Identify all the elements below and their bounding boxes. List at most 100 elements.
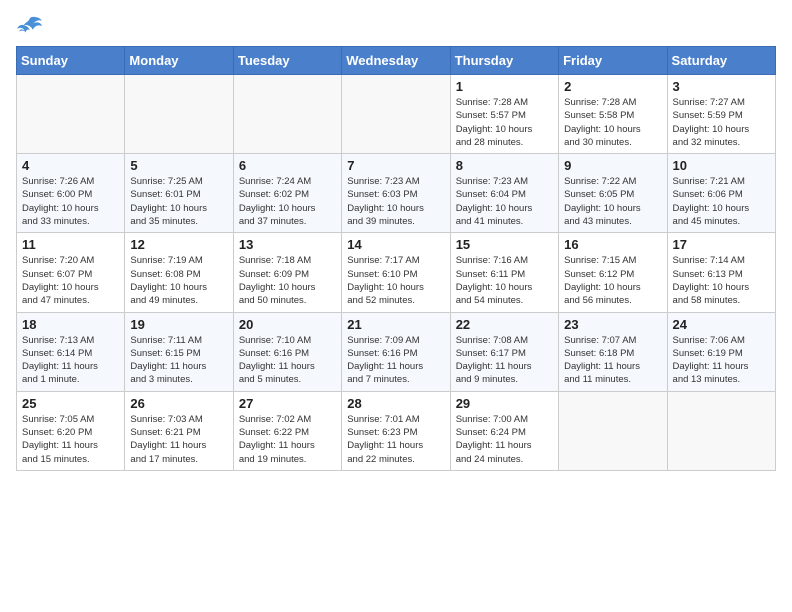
- day-number: 19: [130, 317, 227, 332]
- day-info: Sunrise: 7:17 AM Sunset: 6:10 PM Dayligh…: [347, 254, 444, 307]
- calendar-day-cell: 21 Sunrise: 7:09 AM Sunset: 6:16 PM Dayli…: [342, 312, 450, 391]
- calendar-day-cell: 26 Sunrise: 7:03 AM Sunset: 6:21 PM Dayli…: [125, 391, 233, 470]
- calendar-day-cell: 1 Sunrise: 7:28 AM Sunset: 5:57 PM Daylig…: [450, 75, 558, 154]
- day-info: Sunrise: 7:25 AM Sunset: 6:01 PM Dayligh…: [130, 175, 227, 228]
- day-number: 21: [347, 317, 444, 332]
- calendar-day-cell: 19 Sunrise: 7:11 AM Sunset: 6:15 PM Dayli…: [125, 312, 233, 391]
- day-number: 29: [456, 396, 553, 411]
- day-info: Sunrise: 7:08 AM Sunset: 6:17 PM Dayligh…: [456, 334, 553, 387]
- day-number: 13: [239, 237, 336, 252]
- calendar-day-cell: 15 Sunrise: 7:16 AM Sunset: 6:11 PM Dayli…: [450, 233, 558, 312]
- day-info: Sunrise: 7:15 AM Sunset: 6:12 PM Dayligh…: [564, 254, 661, 307]
- day-number: 17: [673, 237, 770, 252]
- day-info: Sunrise: 7:03 AM Sunset: 6:21 PM Dayligh…: [130, 413, 227, 466]
- day-info: Sunrise: 7:20 AM Sunset: 6:07 PM Dayligh…: [22, 254, 119, 307]
- day-number: 25: [22, 396, 119, 411]
- day-info: Sunrise: 7:28 AM Sunset: 5:57 PM Dayligh…: [456, 96, 553, 149]
- day-number: 10: [673, 158, 770, 173]
- day-info: Sunrise: 7:07 AM Sunset: 6:18 PM Dayligh…: [564, 334, 661, 387]
- day-info: Sunrise: 7:27 AM Sunset: 5:59 PM Dayligh…: [673, 96, 770, 149]
- calendar-day-cell: 23 Sunrise: 7:07 AM Sunset: 6:18 PM Dayli…: [559, 312, 667, 391]
- day-number: 8: [456, 158, 553, 173]
- weekday-header: Tuesday: [233, 47, 341, 75]
- logo-icon: [16, 16, 44, 38]
- day-number: 16: [564, 237, 661, 252]
- weekday-header: Thursday: [450, 47, 558, 75]
- day-number: 18: [22, 317, 119, 332]
- day-info: Sunrise: 7:22 AM Sunset: 6:05 PM Dayligh…: [564, 175, 661, 228]
- day-info: Sunrise: 7:11 AM Sunset: 6:15 PM Dayligh…: [130, 334, 227, 387]
- day-info: Sunrise: 7:18 AM Sunset: 6:09 PM Dayligh…: [239, 254, 336, 307]
- calendar-day-cell: [667, 391, 775, 470]
- day-info: Sunrise: 7:21 AM Sunset: 6:06 PM Dayligh…: [673, 175, 770, 228]
- day-info: Sunrise: 7:24 AM Sunset: 6:02 PM Dayligh…: [239, 175, 336, 228]
- calendar-day-cell: 3 Sunrise: 7:27 AM Sunset: 5:59 PM Daylig…: [667, 75, 775, 154]
- calendar-day-cell: [17, 75, 125, 154]
- day-info: Sunrise: 7:14 AM Sunset: 6:13 PM Dayligh…: [673, 254, 770, 307]
- calendar-week-row: 1 Sunrise: 7:28 AM Sunset: 5:57 PM Daylig…: [17, 75, 776, 154]
- calendar-day-cell: 24 Sunrise: 7:06 AM Sunset: 6:19 PM Dayli…: [667, 312, 775, 391]
- calendar-day-cell: 18 Sunrise: 7:13 AM Sunset: 6:14 PM Dayli…: [17, 312, 125, 391]
- calendar-table: SundayMondayTuesdayWednesdayThursdayFrid…: [16, 46, 776, 471]
- day-info: Sunrise: 7:26 AM Sunset: 6:00 PM Dayligh…: [22, 175, 119, 228]
- day-info: Sunrise: 7:06 AM Sunset: 6:19 PM Dayligh…: [673, 334, 770, 387]
- day-info: Sunrise: 7:13 AM Sunset: 6:14 PM Dayligh…: [22, 334, 119, 387]
- day-info: Sunrise: 7:00 AM Sunset: 6:24 PM Dayligh…: [456, 413, 553, 466]
- calendar-day-cell: [125, 75, 233, 154]
- calendar-day-cell: [233, 75, 341, 154]
- day-number: 6: [239, 158, 336, 173]
- day-number: 1: [456, 79, 553, 94]
- day-number: 14: [347, 237, 444, 252]
- weekday-header: Saturday: [667, 47, 775, 75]
- weekday-header: Monday: [125, 47, 233, 75]
- weekday-header: Friday: [559, 47, 667, 75]
- calendar-day-cell: 14 Sunrise: 7:17 AM Sunset: 6:10 PM Dayli…: [342, 233, 450, 312]
- day-number: 24: [673, 317, 770, 332]
- calendar-day-cell: 2 Sunrise: 7:28 AM Sunset: 5:58 PM Daylig…: [559, 75, 667, 154]
- calendar-day-cell: 8 Sunrise: 7:23 AM Sunset: 6:04 PM Daylig…: [450, 154, 558, 233]
- day-number: 2: [564, 79, 661, 94]
- calendar-day-cell: 5 Sunrise: 7:25 AM Sunset: 6:01 PM Daylig…: [125, 154, 233, 233]
- day-info: Sunrise: 7:23 AM Sunset: 6:04 PM Dayligh…: [456, 175, 553, 228]
- calendar-header-row: SundayMondayTuesdayWednesdayThursdayFrid…: [17, 47, 776, 75]
- calendar-week-row: 11 Sunrise: 7:20 AM Sunset: 6:07 PM Dayli…: [17, 233, 776, 312]
- calendar-week-row: 18 Sunrise: 7:13 AM Sunset: 6:14 PM Dayli…: [17, 312, 776, 391]
- day-number: 5: [130, 158, 227, 173]
- weekday-header: Sunday: [17, 47, 125, 75]
- day-number: 4: [22, 158, 119, 173]
- calendar-day-cell: 4 Sunrise: 7:26 AM Sunset: 6:00 PM Daylig…: [17, 154, 125, 233]
- day-info: Sunrise: 7:28 AM Sunset: 5:58 PM Dayligh…: [564, 96, 661, 149]
- calendar-day-cell: [559, 391, 667, 470]
- calendar-day-cell: 13 Sunrise: 7:18 AM Sunset: 6:09 PM Dayli…: [233, 233, 341, 312]
- calendar-day-cell: 28Sunrise: 7:01 AM Sunset: 6:23 PM Dayli…: [342, 391, 450, 470]
- calendar-day-cell: [342, 75, 450, 154]
- weekday-header: Wednesday: [342, 47, 450, 75]
- day-number: 20: [239, 317, 336, 332]
- day-info: Sunrise: 7:09 AM Sunset: 6:16 PM Dayligh…: [347, 334, 444, 387]
- calendar-day-cell: 27Sunrise: 7:02 AM Sunset: 6:22 PM Dayli…: [233, 391, 341, 470]
- day-number: 26: [130, 396, 227, 411]
- logo: [16, 16, 48, 38]
- calendar-day-cell: 10 Sunrise: 7:21 AM Sunset: 6:06 PM Dayli…: [667, 154, 775, 233]
- day-info: Sunrise: 7:16 AM Sunset: 6:11 PM Dayligh…: [456, 254, 553, 307]
- day-number: 9: [564, 158, 661, 173]
- day-number: 23: [564, 317, 661, 332]
- day-number: 22: [456, 317, 553, 332]
- calendar-week-row: 25 Sunrise: 7:05 AM Sunset: 6:20 PM Dayli…: [17, 391, 776, 470]
- day-number: 11: [22, 237, 119, 252]
- day-info: Sunrise: 7:01 AM Sunset: 6:23 PM Dayligh…: [347, 413, 444, 466]
- calendar-day-cell: 6 Sunrise: 7:24 AM Sunset: 6:02 PM Daylig…: [233, 154, 341, 233]
- day-info: Sunrise: 7:23 AM Sunset: 6:03 PM Dayligh…: [347, 175, 444, 228]
- day-number: 27: [239, 396, 336, 411]
- day-number: 15: [456, 237, 553, 252]
- calendar-day-cell: 17 Sunrise: 7:14 AM Sunset: 6:13 PM Dayli…: [667, 233, 775, 312]
- calendar-day-cell: 20Sunrise: 7:10 AM Sunset: 6:16 PM Dayli…: [233, 312, 341, 391]
- calendar-week-row: 4 Sunrise: 7:26 AM Sunset: 6:00 PM Daylig…: [17, 154, 776, 233]
- day-info: Sunrise: 7:19 AM Sunset: 6:08 PM Dayligh…: [130, 254, 227, 307]
- calendar-day-cell: 7 Sunrise: 7:23 AM Sunset: 6:03 PM Daylig…: [342, 154, 450, 233]
- day-number: 7: [347, 158, 444, 173]
- calendar-day-cell: 11 Sunrise: 7:20 AM Sunset: 6:07 PM Dayli…: [17, 233, 125, 312]
- calendar-day-cell: 9 Sunrise: 7:22 AM Sunset: 6:05 PM Daylig…: [559, 154, 667, 233]
- day-info: Sunrise: 7:05 AM Sunset: 6:20 PM Dayligh…: [22, 413, 119, 466]
- day-number: 3: [673, 79, 770, 94]
